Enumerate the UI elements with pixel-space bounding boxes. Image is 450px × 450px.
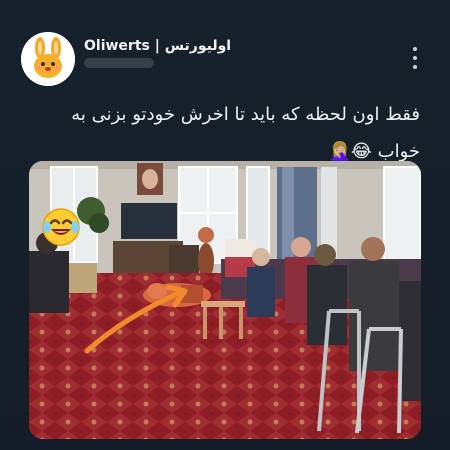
tweet-media[interactable]: [29, 161, 421, 439]
author-handle-placeholder: [84, 58, 154, 68]
author-avatar[interactable]: [21, 32, 75, 86]
more-vertical-icon[interactable]: [410, 47, 420, 69]
bunny-avatar-icon: [21, 32, 75, 86]
author-name[interactable]: Oliwerts | اولیورتس: [84, 38, 231, 54]
tweet-screen: Oliwerts | اولیورتس فقط اون لحظه که باید…: [0, 0, 450, 450]
laughing-tears-emoji-icon: [42, 208, 80, 246]
tweet-text: فقط اون لحظه که باید تا اخرش خودتو بزنی …: [71, 104, 420, 162]
media-photo: [29, 161, 421, 439]
